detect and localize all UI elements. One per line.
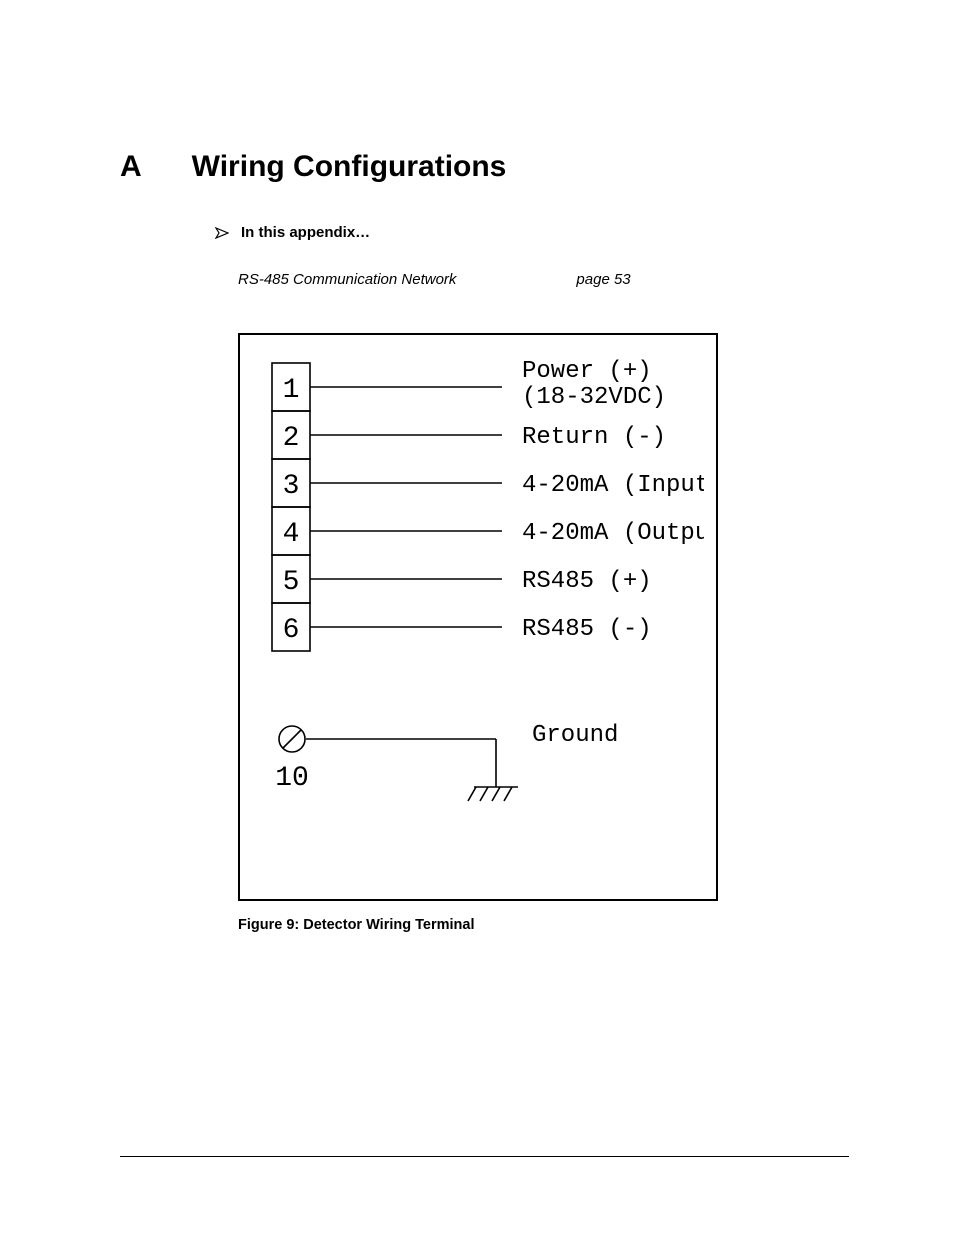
pin-num: 6	[283, 615, 300, 646]
wiring-svg: 1 2 3 4 5 6 Power (+	[264, 355, 704, 885]
footer-rule	[120, 1156, 849, 1157]
pin-label: 4-20mA (Input)	[522, 472, 704, 499]
figure-block: 1 2 3 4 5 6 Power (+	[238, 333, 718, 933]
toc-row: RS-485 Communication Network page 53	[238, 271, 834, 288]
pin-label: Power (+)	[522, 358, 652, 385]
pin-num: 3	[283, 471, 300, 502]
sub-heading-text: In this appendix…	[241, 224, 370, 241]
pin-label: RS485 (+)	[522, 568, 652, 595]
ground-screw-icon	[279, 726, 305, 752]
wiring-diagram: 1 2 3 4 5 6 Power (+	[238, 333, 718, 901]
pin-num: 2	[283, 423, 300, 454]
pin-label: RS485 (-)	[522, 616, 652, 643]
pin-label: (18-32VDC)	[522, 384, 666, 411]
pin-label: Return (-)	[522, 424, 666, 451]
pin-num: 1	[283, 375, 300, 406]
appendix-heading: A Wiring Configurations	[120, 150, 834, 184]
toc-entry: RS-485 Communication Network	[238, 271, 456, 288]
figure-caption: Figure 9: Detector Wiring Terminal	[238, 917, 718, 933]
pin-label: 4-20mA (Output)	[522, 520, 704, 547]
pin-num: 5	[283, 567, 300, 598]
appendix-title: Wiring Configurations	[192, 150, 507, 184]
appendix-letter: A	[120, 150, 142, 184]
arrowhead-icon	[215, 227, 229, 239]
toc-page-ref: page 53	[576, 271, 630, 288]
page: A Wiring Configurations In this appendix…	[0, 0, 954, 1235]
ground-num: 10	[275, 763, 309, 794]
ground-label: Ground	[532, 722, 618, 749]
pin-num: 4	[283, 519, 300, 550]
sub-heading-row: In this appendix…	[215, 224, 834, 241]
